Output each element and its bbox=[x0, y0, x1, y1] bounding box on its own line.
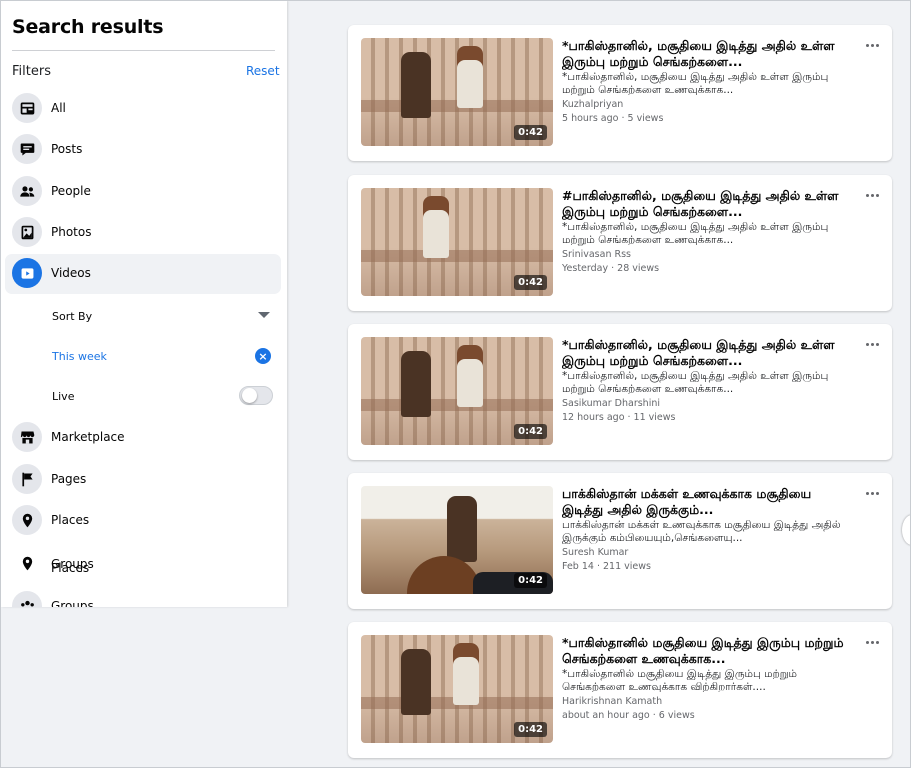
posts-icon bbox=[12, 134, 42, 164]
marketplace-icon bbox=[12, 422, 42, 452]
video-thumbnail[interactable]: 0:42 bbox=[361, 337, 553, 445]
page-title: Search results bbox=[12, 16, 164, 38]
video-meta: Feb 14 · 211 views bbox=[562, 561, 651, 572]
live-toggle[interactable] bbox=[239, 386, 273, 405]
video-thumbnail[interactable]: 0:42 bbox=[361, 38, 553, 146]
chevron-down-icon[interactable] bbox=[258, 312, 270, 318]
more-options-icon[interactable] bbox=[862, 187, 882, 203]
filters-sidebar: Search results Filters Reset All Posts P… bbox=[1, 1, 287, 607]
video-author[interactable]: Harikrishnan Kamath bbox=[562, 696, 662, 707]
date-filter-value[interactable]: This week bbox=[52, 350, 107, 363]
filter-all[interactable]: All bbox=[5, 89, 281, 129]
more-options-icon[interactable] bbox=[862, 37, 882, 53]
video-description: *பாகிஸ்தானில், மசூதியை இடித்து அதில் உள்… bbox=[562, 370, 829, 395]
video-duration: 0:42 bbox=[514, 722, 547, 737]
filter-label: People bbox=[51, 184, 91, 198]
map-pin-icon bbox=[12, 505, 42, 535]
scroll-next-button[interactable] bbox=[902, 515, 911, 545]
filter-groups-overlap[interactable] bbox=[5, 544, 281, 584]
thumbnail-figure bbox=[457, 46, 483, 108]
groups-icon bbox=[12, 591, 42, 607]
toggle-knob bbox=[242, 388, 257, 403]
places-label-overlap: Places bbox=[51, 561, 90, 575]
video-description: *பாகிஸ்தானில், மசூதியை இடித்து அதில் உள்… bbox=[562, 221, 829, 246]
thumbnail-figure bbox=[401, 649, 431, 715]
flag-icon bbox=[12, 464, 42, 494]
thumbnail-figure bbox=[457, 345, 483, 407]
video-thumbnail[interactable]: 0:42 bbox=[361, 486, 553, 594]
thumbnail-figure bbox=[453, 643, 479, 705]
filter-photos[interactable]: Photos bbox=[5, 213, 281, 253]
people-icon bbox=[12, 176, 42, 206]
filter-label: Groups bbox=[51, 599, 94, 607]
filter-people[interactable]: People bbox=[5, 172, 281, 212]
live-label: Live bbox=[52, 390, 75, 403]
video-play-icon bbox=[12, 258, 42, 288]
video-title[interactable]: *பாகிஸ்தானில், மசூதியை இடித்து அதில் உள்… bbox=[562, 337, 850, 369]
filter-groups[interactable]: Groups bbox=[5, 587, 281, 607]
more-options-icon[interactable] bbox=[862, 634, 882, 650]
video-result-card[interactable]: 0:42 *பாகிஸ்தானில், மசூதியை இடித்து அதில… bbox=[348, 324, 892, 460]
video-title[interactable]: பாக்கிஸ்தான் மக்கள் உணவுக்காக மசூதியை இட… bbox=[562, 486, 850, 518]
video-author[interactable]: Srinivasan Rss bbox=[562, 249, 631, 260]
feed-icon bbox=[12, 93, 42, 123]
video-duration: 0:42 bbox=[514, 275, 547, 290]
sort-by-label[interactable]: Sort By bbox=[52, 310, 92, 323]
photos-icon bbox=[12, 217, 42, 247]
filter-label: Videos bbox=[51, 266, 91, 280]
filter-label: All bbox=[51, 101, 66, 115]
video-result-card[interactable]: 0:42 #பாகிஸ்தானில், மசூதியை இடித்து அதில… bbox=[348, 175, 892, 311]
video-thumbnail[interactable]: 0:42 bbox=[361, 188, 553, 296]
filter-places[interactable]: Places bbox=[5, 501, 281, 541]
filter-label: Photos bbox=[51, 225, 92, 239]
video-duration: 0:42 bbox=[514, 125, 547, 140]
map-pin-icon bbox=[12, 548, 42, 578]
video-title[interactable]: *பாகிஸ்தானில், மசூதியை இடித்து அதில் உள்… bbox=[562, 38, 850, 70]
video-description: *பாகிஸ்தானில் மசூதியை இடித்து இரும்பு மற… bbox=[562, 668, 797, 693]
filter-label: Pages bbox=[51, 472, 87, 486]
filter-posts[interactable]: Posts bbox=[5, 130, 281, 170]
filter-videos[interactable]: Videos bbox=[5, 254, 281, 294]
filter-label: Places bbox=[51, 513, 90, 527]
reset-link[interactable]: Reset bbox=[246, 64, 280, 78]
divider bbox=[12, 50, 275, 51]
thumbnail-figure bbox=[401, 52, 431, 118]
video-author[interactable]: Sasikumar Dharshini bbox=[562, 398, 660, 409]
video-result-card[interactable]: 0:42 பாக்கிஸ்தான் மக்கள் உணவுக்காக மசூதி… bbox=[348, 473, 892, 609]
filters-label: Filters bbox=[12, 64, 51, 79]
video-title[interactable]: *பாகிஸ்தானில் மசூதியை இடித்து இரும்பு மற… bbox=[562, 635, 850, 667]
clear-filter-close-icon[interactable]: × bbox=[255, 348, 271, 364]
thumbnail-balcony bbox=[361, 250, 553, 262]
video-duration: 0:42 bbox=[514, 573, 547, 588]
filter-pages[interactable]: Pages bbox=[5, 460, 281, 500]
thumbnail-figure bbox=[423, 196, 449, 258]
video-duration: 0:42 bbox=[514, 424, 547, 439]
more-options-icon[interactable] bbox=[862, 485, 882, 501]
video-meta: about an hour ago · 6 views bbox=[562, 710, 695, 721]
video-meta: Yesterday · 28 views bbox=[562, 263, 660, 274]
video-thumbnail[interactable]: 0:42 bbox=[361, 635, 553, 743]
thumbnail-figure bbox=[447, 496, 477, 562]
video-author[interactable]: Kuzhalpriyan bbox=[562, 99, 623, 110]
thumbnail-figure bbox=[401, 351, 431, 417]
filter-label: Posts bbox=[51, 142, 83, 156]
video-author[interactable]: Suresh Kumar bbox=[562, 547, 628, 558]
more-options-icon[interactable] bbox=[862, 336, 882, 352]
video-result-card[interactable]: 0:42 *பாகிஸ்தானில், மசூதியை இடித்து அதில… bbox=[348, 25, 892, 161]
filter-label: Marketplace bbox=[51, 430, 125, 444]
video-meta: 5 hours ago · 5 views bbox=[562, 113, 664, 124]
video-meta: 12 hours ago · 11 views bbox=[562, 412, 676, 423]
filter-marketplace[interactable]: Marketplace bbox=[5, 418, 281, 458]
video-result-card[interactable]: 0:42 *பாகிஸ்தானில் மசூதியை இடித்து இரும்… bbox=[348, 622, 892, 758]
video-title[interactable]: #பாகிஸ்தானில், மசூதியை இடித்து அதில் உள்… bbox=[562, 188, 850, 220]
video-description: *பாகிஸ்தானில், மசூதியை இடித்து அதில் உள்… bbox=[562, 71, 829, 96]
video-description: பாக்கிஸ்தான் மக்கள் உணவுக்காக மசூதியை இட… bbox=[562, 519, 841, 544]
